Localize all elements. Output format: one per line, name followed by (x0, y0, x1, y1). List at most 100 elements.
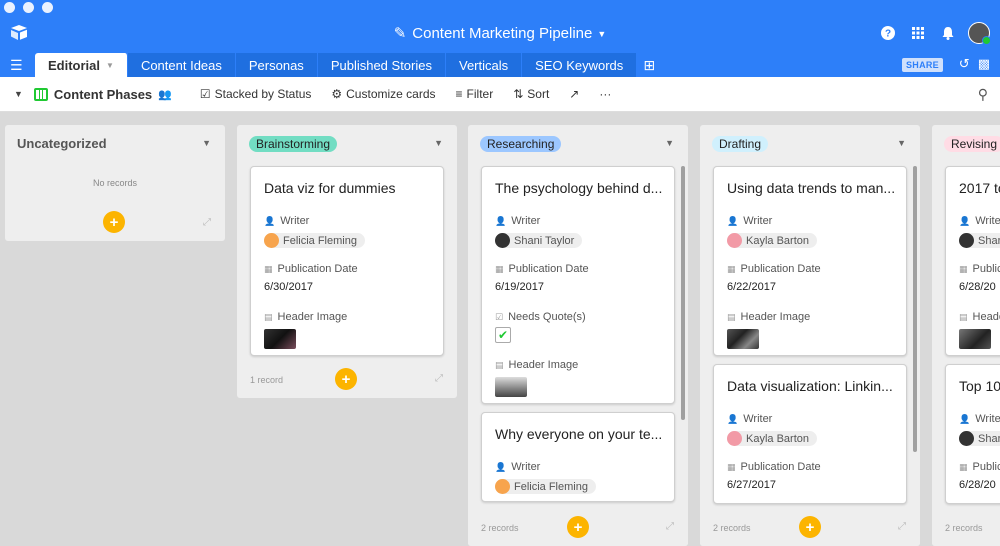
field-label-header-image: ▤ Header Image (495, 359, 578, 371)
header-image-thumbnail[interactable] (727, 329, 759, 349)
share-button[interactable]: SHARE (901, 58, 943, 72)
record-card[interactable]: Top 10 👤 Writer Shar ▦ Publication Date 6/… (945, 364, 1000, 504)
stacked-by-button[interactable]: ☑ Stacked by Status (200, 87, 312, 101)
search-icon[interactable]: ⚲ (978, 86, 988, 103)
add-record-button[interactable]: + (335, 368, 357, 390)
status-pill: Researching (480, 135, 562, 152)
collaborator-chip: Felicia Fleming (495, 479, 596, 494)
base-title-text: Content Marketing Pipeline (412, 25, 593, 42)
attachment-icon: ▤ (495, 359, 504, 370)
stack-brainstorming: Brainstorming ▼ Data viz for dummies 👤 Wr… (237, 125, 457, 398)
user-avatar[interactable] (968, 22, 991, 45)
expand-icon[interactable]: ⤢ (435, 373, 443, 384)
field-label-text: Header Image (972, 311, 1000, 323)
field-label-writer: 👤 Writer (959, 413, 1000, 425)
history-icon[interactable]: ↺ (959, 56, 970, 72)
expand-icon[interactable]: ⤢ (203, 217, 211, 228)
tab-content-ideas[interactable]: Content Ideas (127, 53, 236, 77)
chevron-down-icon[interactable]: ▼ (434, 138, 443, 148)
field-label-header-image: ▤ Header Image (959, 311, 1000, 323)
filter-button[interactable]: ≡ Filter (456, 87, 494, 101)
collaborator-name: Shar (978, 234, 1000, 247)
field-label-text: Writer (511, 461, 541, 473)
tab-published-stories[interactable]: Published Stories (317, 53, 446, 77)
collaborator-chip: Shar (959, 431, 1000, 446)
card-title: Why everyone on your te... (495, 426, 663, 442)
chevron-down-icon[interactable]: ▼ (897, 138, 906, 148)
avatar (264, 233, 279, 248)
tab-label: Verticals (458, 57, 509, 73)
chevron-down-icon[interactable]: ▼ (202, 138, 211, 148)
calendar-icon: ▦ (727, 263, 736, 274)
record-card[interactable]: Using data trends to man... 👤 Writer Kayl… (713, 166, 907, 356)
sort-button[interactable]: ⇅ Sort (513, 87, 549, 101)
tab-editorial[interactable]: Editorial ▼ (35, 53, 128, 77)
date-value: 6/22/2017 (727, 281, 776, 293)
collaborator-name: Shar (978, 432, 1000, 445)
table-tabs-bar: ☰ Editorial ▼ Content Ideas Personas Publ… (0, 52, 1000, 77)
calendar-icon: ▦ (495, 263, 504, 274)
customize-cards-label: Customize cards (346, 87, 436, 101)
notification-bell-icon[interactable] (938, 23, 958, 43)
title-bar: ✎ Content Marketing Pipeline ▼ ? (0, 0, 1000, 52)
stack-scrollbar[interactable] (913, 166, 917, 452)
minimize-window-button[interactable] (23, 2, 34, 13)
tab-verticals[interactable]: Verticals (445, 53, 523, 77)
close-window-button[interactable] (4, 2, 15, 13)
base-title[interactable]: ✎ Content Marketing Pipeline ▼ (0, 24, 1000, 42)
maximize-window-button[interactable] (42, 2, 53, 13)
more-options-button[interactable]: ··· (599, 87, 611, 101)
views-sidebar-toggle-icon[interactable]: ▼ (14, 89, 23, 99)
tab-label: Personas (248, 57, 304, 73)
header-image-thumbnail[interactable] (495, 377, 527, 397)
view-name[interactable]: Content Phases (54, 87, 152, 102)
customize-cards-button[interactable]: ⚙ Customize cards (331, 87, 435, 101)
record-card[interactable]: The psychology behind d... 👤 Writer Shani… (481, 166, 675, 404)
tab-personas[interactable]: Personas (235, 53, 318, 77)
record-card[interactable]: Why everyone on your te... 👤 Writer Felic… (481, 412, 675, 502)
record-count: 2 records (481, 523, 519, 533)
field-label-text: Writer (743, 215, 773, 227)
share-view-button[interactable]: ↗ (569, 87, 579, 101)
collaborator-name: Kayla Barton (746, 432, 809, 445)
help-icon[interactable]: ? (878, 23, 898, 43)
svg-text:?: ? (885, 29, 891, 40)
gear-icon: ⚙ (331, 87, 343, 101)
add-table-button[interactable]: ⊞ (637, 53, 661, 77)
avatar (495, 479, 510, 494)
expand-icon[interactable]: ⤢ (898, 521, 906, 532)
field-label-text: Writer (511, 215, 541, 227)
expand-icon[interactable]: ⤢ (666, 521, 674, 532)
window-controls (4, 2, 53, 13)
stack-scrollbar[interactable] (681, 166, 685, 420)
header-image-thumbnail[interactable] (264, 329, 296, 349)
apps-grid-icon[interactable] (908, 23, 928, 43)
date-value: 6/28/20 (959, 479, 996, 491)
chevron-down-icon[interactable]: ▼ (665, 138, 674, 148)
empty-state-text: No records (92, 178, 137, 188)
add-record-button[interactable]: + (799, 516, 821, 538)
tab-seo-keywords[interactable]: SEO Keywords (522, 53, 638, 77)
blocks-icon[interactable]: ▩ (978, 56, 990, 72)
user-icon: 👤 (495, 215, 507, 226)
stack-revising: Revising 2017 to 👤 Writer Shar ▦ Publicati… (932, 125, 1000, 546)
add-record-button[interactable]: + (567, 516, 589, 538)
chevron-down-icon[interactable]: ▼ (106, 61, 114, 70)
field-label-text: Header Image (740, 311, 811, 323)
hamburger-menu-icon[interactable]: ☰ (10, 57, 23, 74)
record-card[interactable]: 2017 to 👤 Writer Shar ▦ Publication Date 6… (945, 166, 1000, 356)
field-label-publication-date: ▦ Publication Date (264, 263, 358, 275)
field-label-publication-date: ▦ Publication Date (959, 263, 1000, 275)
field-label-text: Publication Date (508, 263, 589, 275)
sort-icon: ⇅ (513, 87, 524, 101)
date-value: 6/28/20 (959, 281, 996, 293)
needs-quotes-checkbox[interactable]: ✔ (495, 327, 511, 343)
record-card[interactable]: Data viz for dummies 👤 Writer Felicia Fle… (250, 166, 444, 356)
header-image-thumbnail[interactable] (959, 329, 991, 349)
record-card[interactable]: Data visualization: Linkin... 👤 Writer Ka… (713, 364, 907, 504)
field-label-text: Publication Date (740, 263, 821, 275)
chevron-down-icon: ▼ (597, 29, 607, 40)
add-record-button[interactable]: + (103, 211, 125, 233)
tab-label: Published Stories (330, 57, 432, 73)
field-label-writer: 👤 Writer (727, 215, 772, 227)
